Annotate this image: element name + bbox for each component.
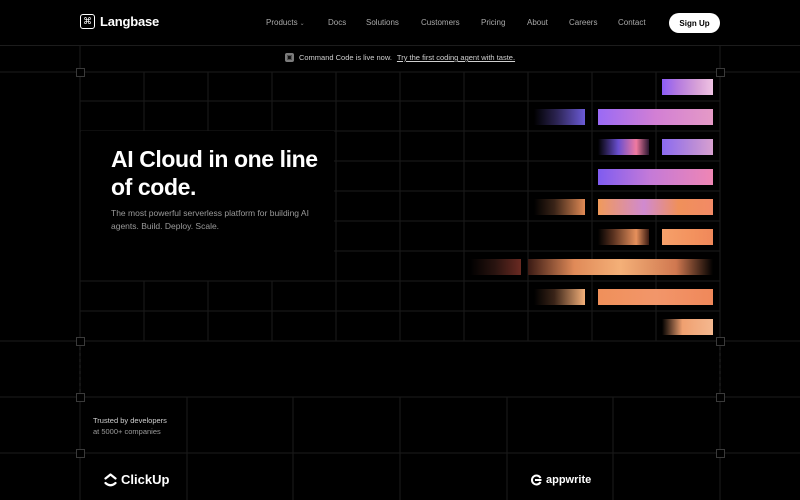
grid-corner-marker — [716, 449, 725, 458]
decor-bar — [598, 169, 713, 185]
chevron-down-icon: ⌄ — [299, 21, 305, 27]
decor-bar — [598, 199, 713, 215]
nav-item-careers[interactable]: Careers — [569, 18, 597, 27]
grid-corner-marker — [716, 337, 725, 346]
terminal-icon: ▣ — [284, 53, 294, 62]
nav-item-solutions[interactable]: Solutions — [366, 18, 399, 27]
grid-corner-marker — [76, 393, 85, 402]
decor-bar — [534, 199, 585, 215]
decor-bar — [662, 139, 713, 155]
decor-bar — [598, 229, 649, 245]
logo-name: ClickUp — [121, 472, 170, 487]
nav-item-label: Products — [266, 18, 298, 27]
clickup-chevron-icon — [104, 472, 117, 486]
grid-corner-marker — [76, 449, 85, 458]
trusted-line-1: Trusted by developers — [93, 416, 167, 425]
nav-item-customers[interactable]: Customers — [421, 18, 460, 27]
nav-item-products[interactable]: Products ⌄ — [266, 18, 305, 27]
trusted-by-text: Trusted by developers at 5000+ companies — [93, 415, 167, 437]
decor-bar — [528, 259, 713, 275]
hero-subtitle: The most powerful serverless platform fo… — [111, 208, 309, 231]
trusted-line-2: at 5000+ companies — [93, 427, 161, 436]
logo-name: appwrite — [546, 474, 592, 486]
nav-item-pricing[interactable]: Pricing — [481, 18, 505, 27]
decor-bar — [662, 319, 713, 335]
nav-item-about[interactable]: About — [527, 18, 548, 27]
decor-bar — [534, 109, 585, 125]
hero-title: AI Cloud in one line of code. — [111, 146, 318, 200]
decor-bar — [662, 229, 713, 245]
nav-item-contact[interactable]: Contact — [618, 18, 646, 27]
nav-item-docs[interactable]: Docs — [328, 18, 346, 27]
announcement-text: Command Code is live now. — [298, 53, 392, 62]
appwrite-icon — [530, 474, 542, 486]
decor-bar — [534, 289, 585, 305]
announcement-link[interactable]: Try the first coding agent with taste. — [397, 53, 515, 62]
appwrite-logo: appwrite — [530, 474, 591, 486]
decor-bar — [662, 79, 713, 95]
decor-bar — [470, 259, 521, 275]
grid-corner-marker — [716, 393, 725, 402]
grid-corner-marker — [76, 337, 85, 346]
top-navigation: ⌘ Langbase Products ⌄ Docs Solutions Cust… — [0, 0, 800, 46]
announcement-bar: ▣ Command Code is live now. Try the firs… — [0, 53, 800, 62]
clickup-logo: ClickUp — [104, 472, 169, 487]
grid-corner-marker — [716, 68, 725, 77]
grid-corner-marker — [76, 68, 85, 77]
decor-bar — [598, 109, 713, 125]
sign-up-button[interactable]: Sign Up — [669, 13, 720, 33]
decor-bar — [598, 289, 713, 305]
decor-bar — [598, 139, 649, 155]
